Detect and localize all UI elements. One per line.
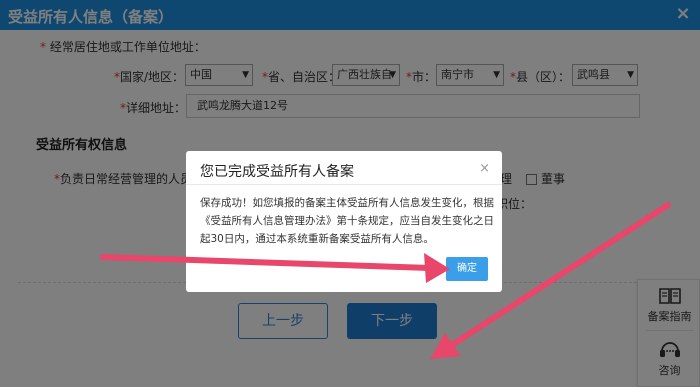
dialog-close-icon[interactable]: × (479, 161, 490, 176)
success-dialog: 您已完成受益所有人备案 × 保存成功！如您填报的备案主体受益所有人信息发生变化，… (186, 151, 502, 292)
confirm-button[interactable]: 确定 (446, 257, 488, 281)
dialog-message: 保存成功！如您填报的备案主体受益所有人信息发生变化，根据《受益所有人信息管理办法… (200, 197, 494, 245)
dialog-divider (186, 184, 502, 185)
dialog-title: 您已完成受益所有人备案 (200, 164, 354, 180)
